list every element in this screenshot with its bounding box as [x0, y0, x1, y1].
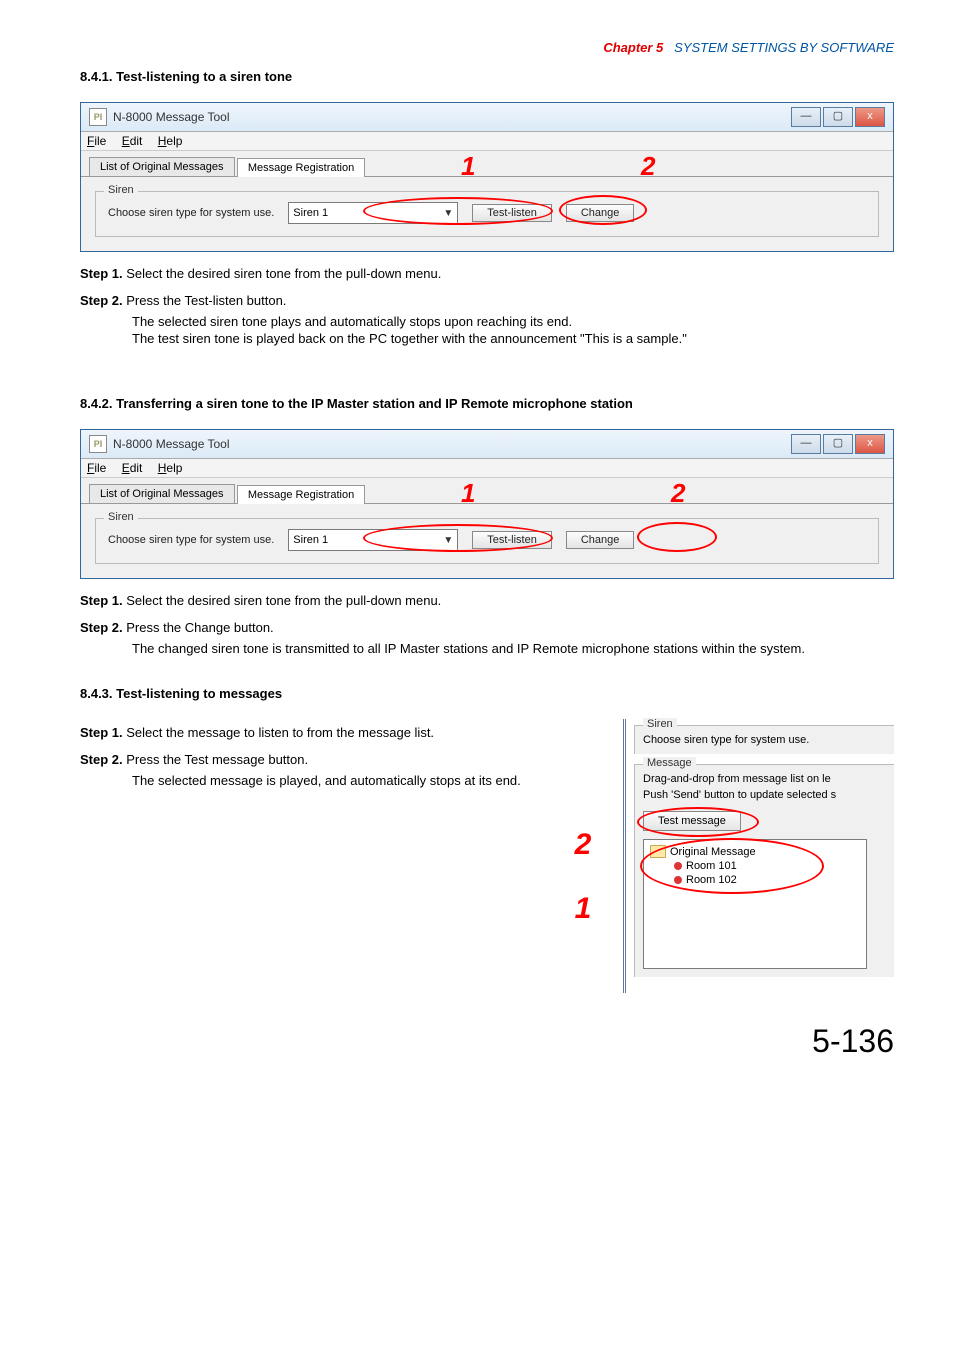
section-843-title: 8.4.3. Test-listening to messages: [80, 686, 894, 701]
callout-ellipse-2: [559, 195, 647, 225]
app-window-1: PI N-8000 Message Tool — ▢ x File Edit H…: [80, 102, 894, 252]
sec842-step2a: The changed siren tone is transmitted to…: [132, 641, 894, 656]
callout-ellipse-1: [363, 524, 553, 552]
app-icon: PI: [89, 108, 107, 126]
menu-file[interactable]: File: [87, 461, 106, 475]
callout-ellipse-2: [637, 522, 717, 552]
message-group-panel: Message Drag-and-drop from message list …: [634, 764, 894, 977]
message-tree[interactable]: Original Message Room 101 Room 102: [643, 839, 867, 969]
change-button[interactable]: Change: [566, 531, 635, 549]
tabstrip: List of Original Messages Message Regist…: [81, 151, 893, 176]
chapter-title: SYSTEM SETTINGS BY SOFTWARE: [667, 40, 894, 55]
callout-1: 1: [461, 478, 475, 509]
close-button[interactable]: x: [855, 107, 885, 127]
titlebar-2: PI N-8000 Message Tool — ▢ x: [81, 430, 893, 459]
right-panel: Siren Choose siren type for system use. …: [623, 719, 894, 993]
tabstrip: List of Original Messages Message Regist…: [81, 478, 893, 503]
menu-help[interactable]: Help: [158, 134, 183, 148]
window-controls: — ▢ x: [791, 434, 885, 454]
siren-group-panel: Siren Choose siren type for system use.: [634, 725, 894, 754]
menu-edit[interactable]: Edit: [122, 461, 143, 475]
siren-group-label: Siren: [104, 184, 138, 196]
callout-ellipse-tree: [640, 838, 824, 894]
menu-help[interactable]: Help: [158, 461, 183, 475]
siren-group-label: Siren: [104, 511, 138, 523]
callout-1: 1: [461, 151, 475, 182]
titlebar: PI N-8000 Message Tool — ▢ x: [81, 103, 893, 132]
siren-label: Choose siren type for system use.: [108, 534, 274, 546]
chapter-label: Chapter 5: [603, 40, 663, 55]
siren-label: Choose siren type for system use.: [108, 207, 274, 219]
window-title: N-8000 Message Tool: [113, 110, 791, 124]
chapter-header: Chapter 5 SYSTEM SETTINGS BY SOFTWARE: [80, 40, 894, 55]
page-number: 5-136: [80, 1023, 894, 1060]
maximize-button[interactable]: ▢: [823, 434, 853, 454]
sec843-step2: Step 2. Press the Test message button.: [80, 752, 603, 767]
sec841-step1: Step 1. Select the desired siren tone fr…: [80, 266, 894, 281]
callout-ellipse-1: [363, 197, 553, 225]
message-group-label: Message: [643, 757, 696, 769]
section-842-title: 8.4.2. Transferring a siren tone to the …: [80, 396, 894, 411]
msg-hint1: Drag-and-drop from message list on le: [643, 773, 894, 785]
sec841-step2: Step 2. Press the Test-listen button.: [80, 293, 894, 308]
sec841-step2b: The test siren tone is played back on th…: [132, 331, 894, 346]
callout-side-1: 1: [563, 892, 603, 926]
sec842-step2: Step 2. Press the Change button.: [80, 620, 894, 635]
callout-2: 2: [641, 151, 655, 182]
tab-original-messages[interactable]: List of Original Messages: [89, 484, 235, 503]
window-controls: — ▢ x: [791, 107, 885, 127]
close-button[interactable]: x: [855, 434, 885, 454]
menubar: File Edit Help: [81, 459, 893, 478]
maximize-button[interactable]: ▢: [823, 107, 853, 127]
minimize-button[interactable]: —: [791, 107, 821, 127]
menu-file[interactable]: File: [87, 134, 106, 148]
app-window-2: PI N-8000 Message Tool — ▢ x File Edit H…: [80, 429, 894, 579]
sec843-step2a: The selected message is played, and auto…: [132, 773, 603, 788]
siren-label-panel: Choose siren type for system use.: [643, 734, 894, 746]
siren-dropdown-value: Siren 1: [293, 534, 328, 546]
app-icon: PI: [89, 435, 107, 453]
siren-group-label: Siren: [643, 718, 677, 730]
tab-original-messages[interactable]: List of Original Messages: [89, 157, 235, 176]
window-title: N-8000 Message Tool: [113, 437, 791, 451]
callout-side-2: 2: [563, 828, 603, 862]
callout-2: 2: [671, 478, 685, 509]
tab-message-registration[interactable]: Message Registration: [237, 158, 365, 177]
menu-edit[interactable]: Edit: [122, 134, 143, 148]
menubar: File Edit Help: [81, 132, 893, 151]
siren-dropdown-value: Siren 1: [293, 207, 328, 219]
section-841-title: 8.4.1. Test-listening to a siren tone: [80, 69, 894, 84]
msg-hint2: Push 'Send' button to update selected s: [643, 789, 894, 801]
minimize-button[interactable]: —: [791, 434, 821, 454]
callout-ellipse-testmsg: [637, 807, 759, 837]
sec843-step1: Step 1. Select the message to listen to …: [80, 725, 603, 740]
sec842-step1: Step 1. Select the desired siren tone fr…: [80, 593, 894, 608]
sec841-step2a: The selected siren tone plays and automa…: [132, 314, 894, 329]
tab-message-registration[interactable]: Message Registration: [237, 485, 365, 504]
